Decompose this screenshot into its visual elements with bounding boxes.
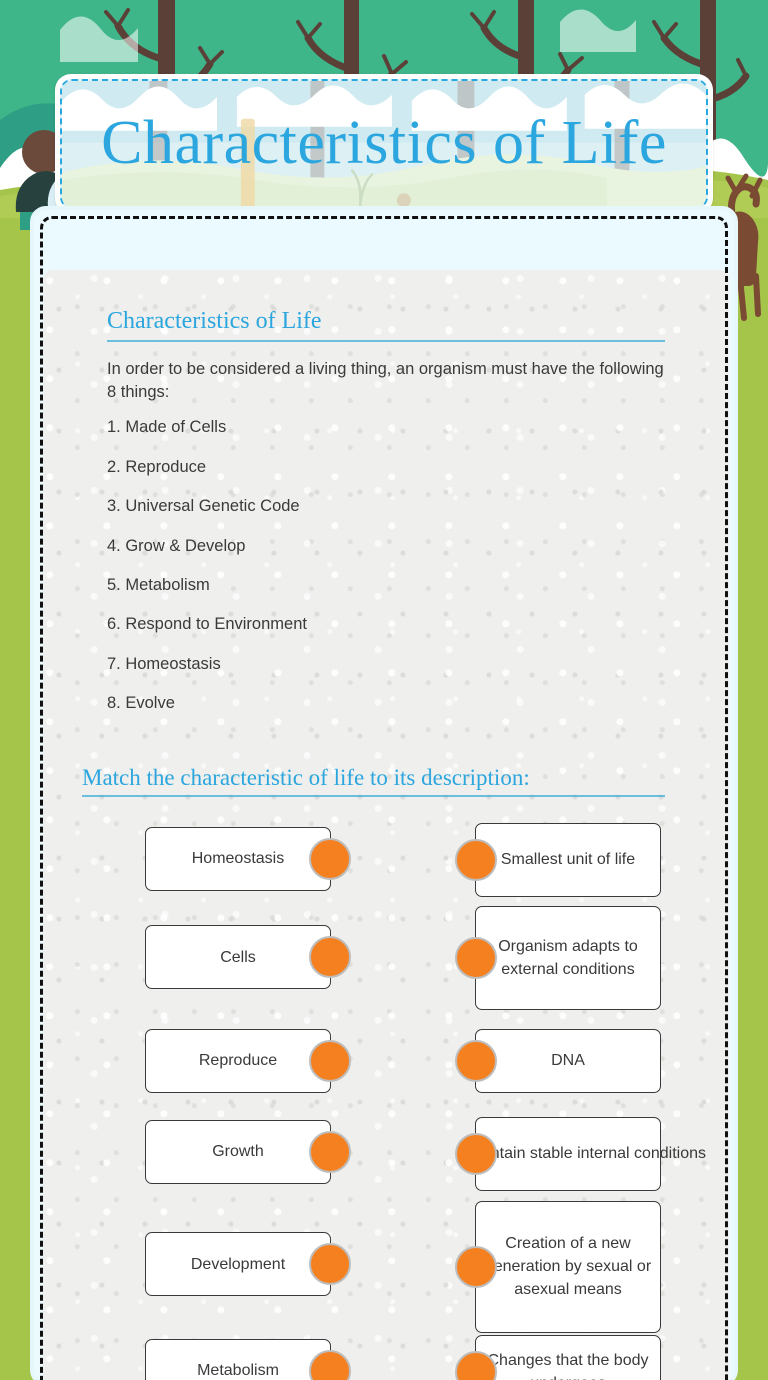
matching-divider	[82, 794, 665, 797]
match-row: Changes that the body undergoes	[455, 1332, 665, 1380]
match-definition-card[interactable]: Creation of a new generation by sexual o…	[455, 1200, 661, 1333]
section-heading-characteristics: Characteristics of Life	[107, 308, 322, 334]
matching-question-block: Match the characteristic of life to its …	[82, 765, 706, 1380]
match-row: Cells	[145, 899, 351, 1016]
match-connector-dot[interactable]	[309, 936, 351, 979]
header-banner-inner: Characteristics of Life	[60, 79, 708, 209]
match-row: Reproduce	[145, 1016, 351, 1106]
match-term-label: Growth	[212, 1143, 264, 1161]
match-connector-dot[interactable]	[455, 838, 497, 881]
match-definition-label: Creation of a new generation by sexual o…	[484, 1234, 652, 1299]
matching-question-heading: Match the characteristic of life to its …	[82, 764, 530, 790]
match-connector-dot[interactable]	[455, 1245, 497, 1288]
content-header-strip	[34, 210, 734, 270]
match-term-card[interactable]: Growth	[145, 1119, 351, 1184]
match-definition-card[interactable]: DNA	[455, 1028, 661, 1093]
intro-paragraph: In order to be considered a living thing…	[107, 360, 664, 401]
list-item: 4. Grow & Develop	[107, 536, 246, 555]
list-item: 3. Universal Genetic Code	[107, 497, 300, 516]
match-term-card[interactable]: Homeostasis	[145, 826, 351, 891]
match-row: Growth	[145, 1106, 351, 1198]
characteristics-list: 1. Made of Cells 2. Reproduce 3. Univers…	[107, 417, 665, 715]
match-definition-card[interactable]: Changes that the body undergoes	[455, 1334, 661, 1380]
match-connector-dot[interactable]	[309, 1039, 351, 1082]
match-row: Creation of a new generation by sexual o…	[455, 1200, 665, 1333]
match-row: DNA	[455, 1016, 665, 1106]
page-header-banner: Characteristics of Life	[55, 74, 713, 214]
match-term-label: Metabolism	[197, 1362, 279, 1380]
content-body: Characteristics of Life In order to be c…	[43, 270, 729, 1380]
match-term-card[interactable]: Cells	[145, 925, 351, 990]
match-row: Metabolism	[145, 1331, 351, 1380]
match-row: Homeostasis	[145, 819, 351, 899]
match-row: Organism adapts to external conditions	[455, 901, 665, 1016]
match-definition-card[interactable]: Maintain stable internal conditions	[455, 1116, 706, 1191]
list-item: 5. Metabolism	[107, 575, 210, 594]
match-connector-dot[interactable]	[309, 1243, 351, 1286]
match-definition-label: Smallest unit of life	[500, 851, 636, 869]
match-term-card[interactable]: Development	[145, 1232, 351, 1297]
match-term-label: Development	[190, 1255, 286, 1273]
matching-gap	[335, 819, 475, 1380]
match-definition-card[interactable]: Organism adapts to external conditions	[455, 906, 661, 1011]
match-connector-dot[interactable]	[455, 1132, 497, 1175]
matching-grid: Homeostasis Cells Reproduce Growth Devel…	[145, 819, 706, 1380]
match-row: Maintain stable internal conditions	[455, 1106, 706, 1202]
match-term-label: Cells	[220, 948, 256, 966]
match-definition-card[interactable]: Smallest unit of life	[455, 822, 661, 897]
list-item: 8. Evolve	[107, 694, 175, 713]
matching-right-column: Smallest unit of life Organism adapts to…	[455, 819, 706, 1380]
match-term-card[interactable]: Metabolism	[145, 1338, 351, 1380]
match-term-label: Homeostasis	[191, 850, 285, 868]
page-title: Characteristics of Life	[101, 108, 667, 177]
match-connector-dot[interactable]	[309, 1130, 351, 1173]
match-definition-label: DNA	[551, 1052, 585, 1070]
match-connector-dot[interactable]	[309, 837, 351, 880]
list-item: 1. Made of Cells	[107, 418, 227, 437]
list-item: 6. Respond to Environment	[107, 615, 307, 634]
match-row: Development	[145, 1198, 351, 1331]
match-connector-dot[interactable]	[455, 937, 497, 980]
match-term-card[interactable]: Reproduce	[145, 1028, 351, 1093]
match-term-label: Reproduce	[198, 1052, 278, 1070]
section-divider	[107, 340, 665, 342]
matching-left-column: Homeostasis Cells Reproduce Growth Devel…	[145, 819, 351, 1380]
match-connector-dot[interactable]	[455, 1039, 497, 1082]
worksheet-content-card: Characteristics of Life In order to be c…	[30, 206, 738, 1380]
list-item: 7. Homeostasis	[107, 654, 221, 673]
match-definition-label: Organism adapts to external conditions	[498, 938, 638, 979]
match-definition-label: Changes that the body undergoes	[487, 1351, 649, 1380]
match-row: Smallest unit of life	[455, 819, 665, 901]
list-item: 2. Reproduce	[107, 457, 207, 476]
